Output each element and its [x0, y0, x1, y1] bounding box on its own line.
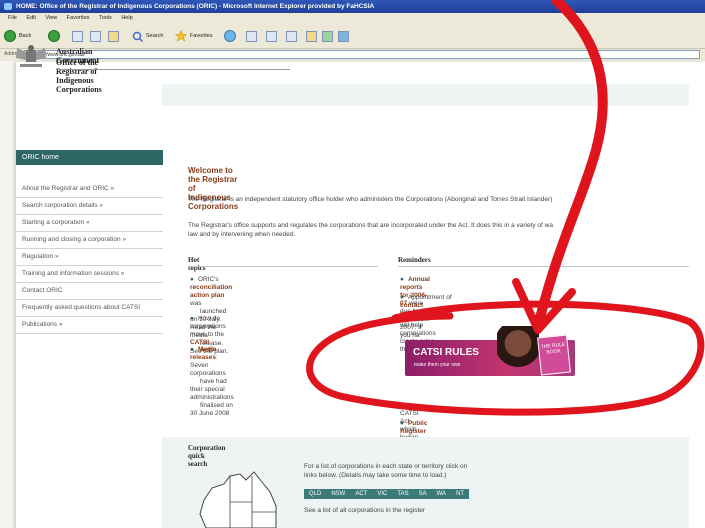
nav-home[interactable]: ORIC home — [16, 150, 163, 165]
state-link-nt[interactable]: NT — [451, 489, 469, 499]
australia-map[interactable] — [196, 462, 282, 528]
address-bar: Address http://www.oric.gov.au/ — [0, 49, 705, 61]
state-link-wa[interactable]: WA — [432, 489, 451, 499]
title-bar: HOME: Office of the Registrar of Indigen… — [0, 0, 705, 13]
messenger-icon — [322, 30, 333, 42]
mail-button[interactable] — [246, 29, 257, 43]
bullet-icon: ● — [190, 315, 194, 322]
print-button[interactable] — [266, 29, 277, 43]
back-arrow-icon — [4, 30, 16, 42]
state-link-tas[interactable]: TAS — [392, 489, 413, 499]
left-nav: ORIC home About the Registrar and ORIC »… — [16, 150, 163, 334]
menu-bar: File Edit View Favorites Tools Help — [0, 13, 705, 24]
edit-button[interactable] — [286, 29, 297, 43]
research-button[interactable] — [338, 29, 349, 43]
banner-title: CATSI RULES — [413, 347, 479, 358]
forward-button[interactable] — [48, 29, 60, 43]
quick-search-text-1: For a list of corporations in each state… — [304, 463, 468, 470]
bullet-icon: ● — [190, 346, 194, 353]
intro-text-3: law and by intervening when needed. — [188, 231, 296, 238]
history-button[interactable] — [224, 29, 236, 43]
state-link-act[interactable]: ACT — [350, 489, 372, 499]
research-icon — [338, 30, 349, 42]
bullet-icon: ● — [400, 420, 404, 427]
menu-favorites[interactable]: Favorites — [67, 15, 90, 21]
home-button[interactable] — [108, 29, 119, 43]
favorites-button[interactable]: Favorites — [175, 29, 213, 43]
office-title: Office of the Registrar of Indigenous Co… — [56, 58, 102, 94]
menu-view[interactable]: View — [45, 15, 57, 21]
forward-arrow-icon — [48, 30, 60, 42]
woman-photo — [497, 326, 539, 376]
menu-help[interactable]: Help — [121, 15, 132, 21]
hot-topic-3[interactable]: ● Media releases: Seven corporations have… — [190, 346, 234, 418]
all-corporations-link[interactable]: See a list of all corporations in the re… — [304, 507, 425, 514]
ie-icon — [4, 3, 12, 10]
folder-button[interactable] — [306, 29, 317, 43]
search-button[interactable]: Search — [132, 29, 163, 43]
stop-button[interactable] — [72, 29, 83, 43]
state-links: QLD NSW ACT VIC TAS SA WA NT — [304, 489, 470, 499]
intro-text-1: The Registrar is an independent statutor… — [188, 196, 553, 203]
window-title: HOME: Office of the Registrar of Indigen… — [16, 3, 375, 10]
edit-icon — [286, 30, 297, 42]
state-link-sa[interactable]: SA — [414, 489, 432, 499]
bullet-icon: ● — [400, 276, 404, 283]
mail-icon — [246, 30, 257, 42]
history-icon — [224, 30, 236, 42]
bullet-icon: ● — [400, 294, 404, 301]
messenger-button[interactable] — [322, 29, 333, 43]
nav-item-search[interactable]: Search corporation details » — [16, 198, 163, 215]
home-icon — [108, 30, 119, 42]
nav-item-about[interactable]: About the Registrar and ORIC » — [16, 181, 163, 198]
bullet-icon: ● — [190, 276, 194, 283]
nav-item-training[interactable]: Training and information sessions » — [16, 266, 163, 283]
catsi-rules-banner[interactable]: CATSI RULES make them your own THE RULE … — [405, 326, 575, 376]
nav-item-faq[interactable]: Frequently asked questions about CATSI — [16, 300, 163, 317]
header-divider — [56, 69, 290, 70]
print-icon — [266, 30, 277, 42]
hot-topics-divider — [188, 266, 378, 267]
reminders-divider — [398, 266, 689, 267]
banner-subtitle: make them your own — [414, 362, 461, 368]
nav-item-contact[interactable]: Contact ORIC — [16, 283, 163, 300]
bullet-icon: ● — [400, 402, 404, 409]
menu-tools[interactable]: Tools — [99, 15, 112, 21]
coat-of-arms-logo — [16, 45, 46, 67]
refresh-icon — [90, 30, 101, 42]
back-button[interactable]: Back — [4, 29, 31, 43]
intro-text-2: The Registrar's office supports and regu… — [188, 222, 553, 229]
nav-item-running[interactable]: Running and closing a corporation » — [16, 232, 163, 249]
state-link-vic[interactable]: VIC — [372, 489, 392, 499]
state-link-qld[interactable]: QLD — [304, 489, 326, 499]
folder-icon — [306, 30, 317, 42]
top-strip — [162, 84, 689, 106]
menu-file[interactable]: File — [8, 15, 17, 21]
toolbar: Back Search Favorites — [0, 24, 705, 49]
nav-item-regulation[interactable]: Regulation » — [16, 249, 163, 266]
quick-search-text-2: links below. (Details may take some time… — [304, 472, 447, 479]
address-input[interactable]: http://www.oric.gov.au/ — [24, 50, 700, 59]
rule-book-image: THE RULE BOOK — [537, 334, 571, 376]
star-icon — [175, 30, 187, 42]
state-link-nsw[interactable]: NSW — [326, 489, 350, 499]
page-title: Welcome to the Registrar of Indigenous C… — [188, 166, 239, 211]
nav-item-starting[interactable]: Starting a corporation » — [16, 215, 163, 232]
stop-icon — [72, 30, 83, 42]
nav-item-publications[interactable]: Publications » — [16, 317, 163, 334]
search-icon — [132, 31, 143, 42]
reminders-heading: Reminders — [398, 256, 431, 264]
refresh-button[interactable] — [90, 29, 101, 43]
menu-edit[interactable]: Edit — [26, 15, 35, 21]
hot-topics-heading: Hot topics — [188, 256, 206, 272]
bullet-icon: ● — [400, 314, 404, 321]
